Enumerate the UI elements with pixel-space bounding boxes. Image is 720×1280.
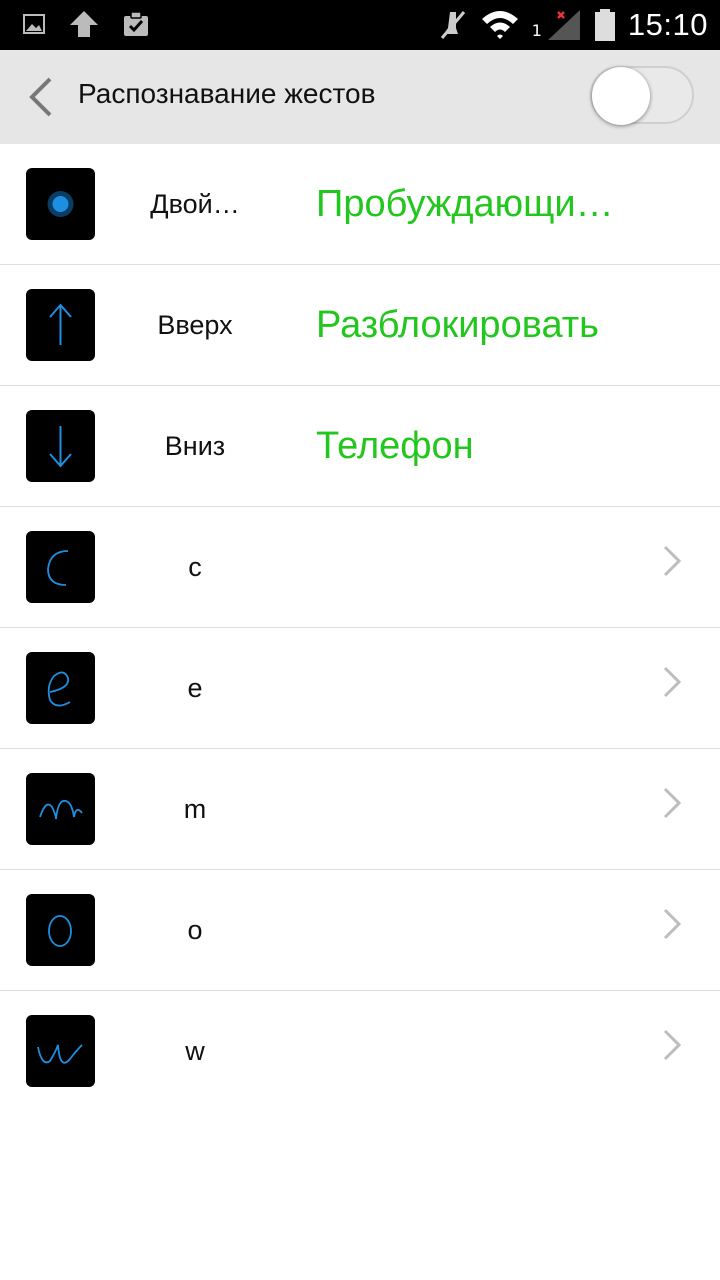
status-bar: 1 15:10 xyxy=(0,0,720,50)
clipboard-check-icon xyxy=(124,11,148,36)
gesture-action xyxy=(316,870,646,991)
gesture-name: Вниз xyxy=(164,431,226,461)
gesture-action: Пробуждающи… xyxy=(316,183,614,225)
letter-c-gesture-icon xyxy=(26,531,95,603)
battery-icon xyxy=(594,9,615,41)
chevron-right-icon xyxy=(663,666,682,698)
letter-o-gesture-icon xyxy=(26,894,95,966)
gesture-action: Разблокировать xyxy=(316,304,599,346)
double-tap-icon xyxy=(26,168,95,240)
page-title: Распознавание жестов xyxy=(78,78,376,109)
gesture-name: w xyxy=(185,1036,205,1066)
gesture-row-e[interactable]: e xyxy=(0,628,720,749)
letter-m-gesture-icon xyxy=(26,773,95,845)
gesture-action xyxy=(316,628,646,749)
signal-icon xyxy=(547,10,580,40)
chevron-right-icon xyxy=(663,787,682,819)
gesture-name: o xyxy=(187,915,203,945)
chevron-right-icon xyxy=(663,1029,682,1061)
gesture-name: m xyxy=(183,794,207,824)
gesture-row-m[interactable]: m xyxy=(0,749,720,870)
toggle-knob xyxy=(592,67,650,125)
upload-icon xyxy=(70,11,98,37)
arrow-down-icon xyxy=(26,410,95,482)
gesture-row-o[interactable]: o xyxy=(0,870,720,991)
gesture-name: c xyxy=(188,552,202,582)
gesture-action xyxy=(316,991,646,1112)
letter-w-gesture-icon xyxy=(26,1015,95,1087)
chevron-right-icon xyxy=(663,545,682,577)
mute-icon xyxy=(440,11,465,39)
gesture-action xyxy=(316,749,646,870)
gesture-row-c[interactable]: c xyxy=(0,507,720,628)
gesture-row-up[interactable]: Вверх Разблокировать xyxy=(0,265,720,386)
arrow-up-icon xyxy=(26,289,95,361)
chevron-right-icon xyxy=(663,908,682,940)
gesture-action: Телефон xyxy=(316,425,474,467)
gesture-row-double-tap[interactable]: Двой… Пробуждающи… xyxy=(0,144,720,265)
sim-slot-label: 1 xyxy=(531,21,542,40)
app-bar: Распознавание жестов xyxy=(0,50,720,144)
gesture-recognition-toggle[interactable] xyxy=(590,66,694,125)
wifi-icon xyxy=(481,11,518,39)
gesture-name: Вверх xyxy=(157,310,233,340)
back-chevron-icon[interactable] xyxy=(26,77,56,117)
gesture-name: e xyxy=(187,673,203,703)
gesture-list: Двой… Пробуждающи… Вверх Разблокировать … xyxy=(0,144,720,1112)
gesture-action xyxy=(316,507,646,628)
gesture-name: Двой… xyxy=(150,189,240,219)
status-time: 15:10 xyxy=(627,7,708,42)
gesture-row-down[interactable]: Вниз Телефон xyxy=(0,386,720,507)
gallery-icon xyxy=(23,14,45,34)
gesture-row-w[interactable]: w xyxy=(0,991,720,1112)
letter-e-gesture-icon xyxy=(26,652,95,724)
